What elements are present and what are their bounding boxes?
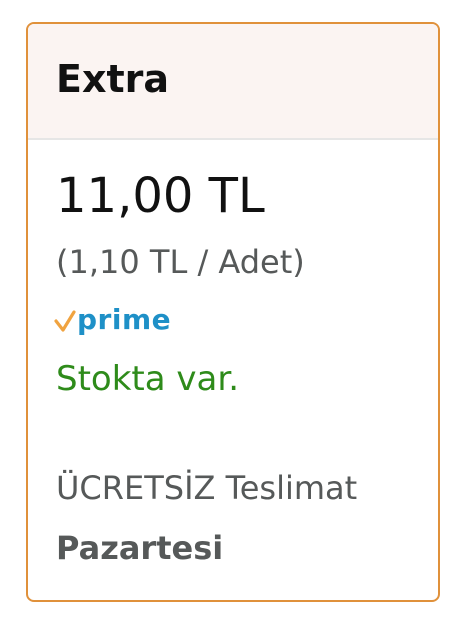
offer-card-header: Extra [28, 24, 438, 140]
unit-price: (1,10 TL / Adet) [56, 243, 305, 281]
prime-label: prime [77, 303, 172, 336]
delivery-day: Pazartesi [56, 529, 224, 567]
stock-status: Stokta var. [56, 359, 239, 399]
price: 11,00 TL [56, 168, 265, 224]
prime-badge: prime [54, 300, 171, 340]
offer-card[interactable]: Extra 11,00 TL (1,10 TL / Adet) prime St… [26, 22, 440, 602]
offer-title: Extra [56, 57, 170, 101]
check-icon [54, 310, 76, 332]
delivery-label: ÜCRETSİZ Teslimat [56, 469, 358, 507]
